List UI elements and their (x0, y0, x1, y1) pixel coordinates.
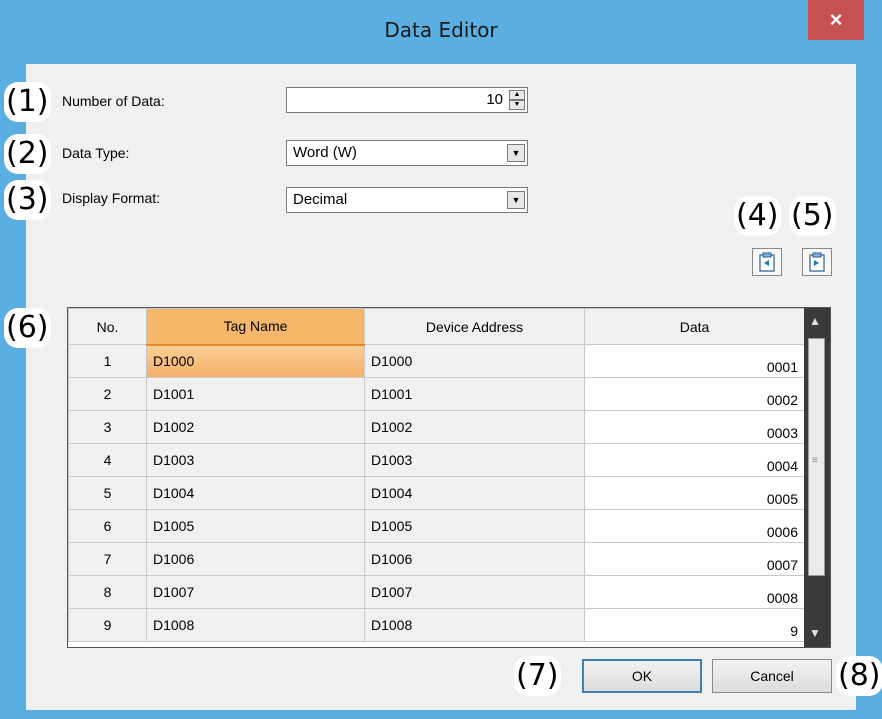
window-title: Data Editor (384, 18, 498, 42)
display-format-label: Display Format: (62, 190, 161, 206)
display-format-value: Decimal (293, 191, 348, 208)
data-table: No. Tag Name Device Address Data 1 D1000… (68, 308, 805, 642)
chevron-down-icon[interactable]: ▼ (507, 144, 525, 162)
callout-3: (3) (4, 180, 51, 220)
export-button[interactable] (802, 248, 832, 276)
display-format-select[interactable]: Decimal ▼ (286, 187, 528, 213)
row-number: 9 (68, 608, 147, 642)
callout-5: (5) (789, 196, 836, 236)
data-grid[interactable]: No. Tag Name Device Address Data 1 D1000… (67, 307, 831, 648)
import-button[interactable] (752, 248, 782, 276)
device-address-cell[interactable]: D1003 (364, 443, 585, 477)
chevron-down-icon[interactable]: ▼ (507, 191, 525, 209)
data-cell[interactable]: 9 (584, 608, 805, 642)
spin-up-icon[interactable]: ▲ (509, 90, 525, 100)
data-cell[interactable]: 0001 (584, 344, 805, 378)
data-cell[interactable]: 0004 (584, 443, 805, 477)
tag-name-cell[interactable]: D1003 (146, 443, 365, 477)
table-row[interactable]: 3 D1002 D1002 0003 (68, 410, 805, 444)
table-row[interactable]: 5 D1004 D1004 0005 (68, 476, 805, 510)
table-row[interactable]: 8 D1007 D1007 0008 (68, 575, 805, 609)
cancel-button-label: Cancel (750, 668, 794, 684)
resize-grip-icon[interactable]: ⋰ (862, 699, 871, 710)
table-header-row: No. Tag Name Device Address Data (68, 308, 805, 346)
callout-4: (4) (734, 196, 781, 236)
row-number: 4 (68, 443, 147, 477)
number-of-data-label: Number of Data: (62, 93, 165, 109)
import-clipboard-icon (759, 252, 775, 272)
tag-name-cell[interactable]: D1008 (146, 608, 365, 642)
grip-icon: ≡ (812, 455, 818, 466)
table-row[interactable]: 2 D1001 D1001 0002 (68, 377, 805, 411)
column-header-data[interactable]: Data (584, 308, 805, 345)
callout-6: (6) (4, 308, 51, 348)
callout-7: (7) (514, 656, 561, 696)
title-bar: Data Editor × (0, 0, 882, 64)
cancel-button[interactable]: Cancel (712, 659, 832, 693)
data-type-value: Word (W) (293, 144, 357, 161)
scrollbar-thumb[interactable]: ≡ (808, 338, 825, 576)
data-cell[interactable]: 0003 (584, 410, 805, 444)
tag-name-cell[interactable]: D1002 (146, 410, 365, 444)
tag-name-cell[interactable]: D1001 (146, 377, 365, 411)
row-number: 7 (68, 542, 147, 576)
column-header-device-address[interactable]: Device Address (364, 308, 585, 345)
tag-name-cell[interactable]: D1007 (146, 575, 365, 609)
number-of-data-value: 10 (486, 91, 503, 108)
row-number: 2 (68, 377, 147, 411)
row-number: 6 (68, 509, 147, 543)
device-address-cell[interactable]: D1005 (364, 509, 585, 543)
scroll-up-icon[interactable]: ▲ (809, 314, 821, 328)
table-row[interactable]: 1 D1000 D1000 0001 (68, 344, 805, 378)
tag-name-cell[interactable]: D1004 (146, 476, 365, 510)
device-address-cell[interactable]: D1000 (364, 344, 585, 378)
number-of-data-stepper[interactable]: 10 ▲ ▼ (286, 87, 528, 113)
data-type-label: Data Type: (62, 145, 130, 161)
close-button[interactable]: × (808, 0, 864, 40)
callout-1: (1) (4, 82, 51, 122)
spin-buttons: ▲ ▼ (509, 90, 525, 110)
tag-name-cell[interactable]: D1005 (146, 509, 365, 543)
vertical-scrollbar[interactable]: ▲ ≡ ▼ (804, 308, 830, 647)
column-header-tag-name[interactable]: Tag Name (146, 308, 365, 346)
table-row[interactable]: 6 D1005 D1005 0006 (68, 509, 805, 543)
row-number: 3 (68, 410, 147, 444)
callout-8: (8) (836, 656, 882, 696)
close-icon: × (829, 7, 843, 32)
scroll-down-icon[interactable]: ▼ (809, 626, 821, 640)
callout-2: (2) (4, 134, 51, 174)
row-number: 1 (68, 344, 147, 378)
device-address-cell[interactable]: D1008 (364, 608, 585, 642)
data-cell[interactable]: 0002 (584, 377, 805, 411)
spin-down-icon[interactable]: ▼ (509, 100, 525, 110)
ok-button-label: OK (631, 668, 653, 684)
data-cell[interactable]: 0005 (584, 476, 805, 510)
device-address-cell[interactable]: D1007 (364, 575, 585, 609)
data-cell[interactable]: 0008 (584, 575, 805, 609)
device-address-cell[interactable]: D1006 (364, 542, 585, 576)
row-number: 5 (68, 476, 147, 510)
row-number: 8 (68, 575, 147, 609)
device-address-cell[interactable]: D1004 (364, 476, 585, 510)
export-clipboard-icon (809, 252, 825, 272)
tag-name-cell[interactable]: D1000 (146, 344, 365, 378)
data-editor-window: Data Editor × (1) (2) (3) (4) (5) (6) (7… (0, 0, 882, 719)
tag-name-cell[interactable]: D1006 (146, 542, 365, 576)
device-address-cell[interactable]: D1002 (364, 410, 585, 444)
data-type-select[interactable]: Word (W) ▼ (286, 140, 528, 166)
ok-button[interactable]: OK (582, 659, 702, 693)
device-address-cell[interactable]: D1001 (364, 377, 585, 411)
column-header-no[interactable]: No. (68, 308, 147, 345)
table-row[interactable]: 7 D1006 D1006 0007 (68, 542, 805, 576)
table-row[interactable]: 9 D1008 D1008 9 (68, 608, 805, 642)
data-cell[interactable]: 0007 (584, 542, 805, 576)
table-row[interactable]: 4 D1003 D1003 0004 (68, 443, 805, 477)
data-cell[interactable]: 0006 (584, 509, 805, 543)
